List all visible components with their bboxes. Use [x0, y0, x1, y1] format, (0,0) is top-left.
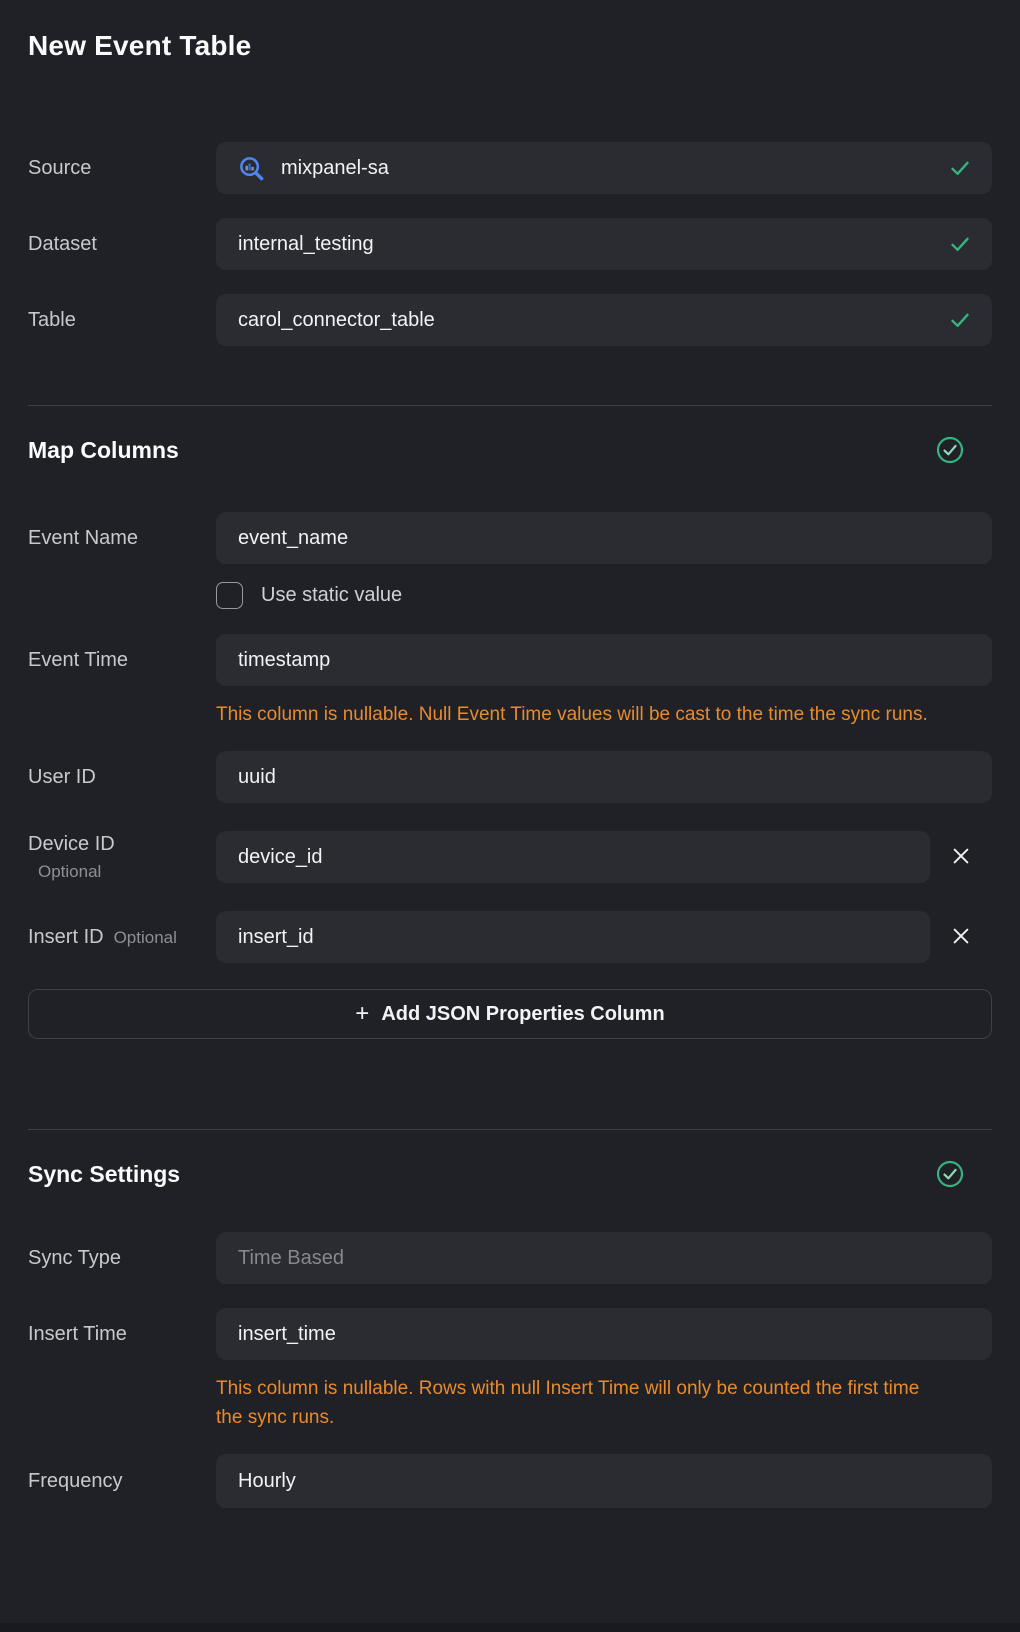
- map-columns-title: Map Columns: [28, 437, 179, 464]
- sync-settings-header: Sync Settings: [28, 1160, 992, 1188]
- device-id-input[interactable]: device_id: [216, 831, 930, 883]
- frequency-input[interactable]: Hourly: [216, 1454, 992, 1508]
- insert-time-row: Insert Time insert_time: [28, 1308, 992, 1360]
- source-valid-check-icon: [948, 156, 972, 180]
- event-time-input[interactable]: timestamp: [216, 634, 992, 686]
- frequency-label: Frequency: [28, 1470, 216, 1493]
- insert-time-value: insert_time: [238, 1323, 336, 1346]
- table-label: Table: [28, 309, 216, 332]
- device-id-optional-label: Optional: [28, 862, 216, 882]
- section-divider: [28, 405, 992, 406]
- source-row: Source mixpanel-sa: [28, 142, 992, 194]
- insert-id-remove-button[interactable]: [930, 911, 992, 963]
- insert-time-warning: This column is nullable. Rows with null …: [216, 1374, 948, 1432]
- source-value: mixpanel-sa: [281, 157, 389, 180]
- use-static-value-checkbox[interactable]: [216, 582, 243, 609]
- event-name-input[interactable]: event_name: [216, 512, 992, 564]
- add-json-properties-button[interactable]: + Add JSON Properties Column: [28, 989, 992, 1039]
- event-time-row: Event Time timestamp: [28, 634, 992, 686]
- sync-type-label: Sync Type: [28, 1247, 216, 1270]
- sync-settings-title: Sync Settings: [28, 1161, 180, 1188]
- table-row: Table carol_connector_table: [28, 294, 992, 346]
- sync-settings-complete-check-icon: [936, 1160, 964, 1188]
- frequency-row: Frequency Hourly: [28, 1454, 992, 1508]
- event-name-row: Event Name event_name: [28, 512, 992, 564]
- user-id-value: uuid: [238, 766, 276, 789]
- event-name-label: Event Name: [28, 527, 216, 550]
- bigquery-icon: [238, 155, 265, 182]
- section-divider: [28, 1129, 992, 1130]
- insert-id-label-block: Insert ID Optional: [28, 926, 216, 949]
- sync-type-value: Time Based: [238, 1247, 344, 1270]
- insert-id-label: Insert ID: [28, 926, 104, 949]
- device-id-value: device_id: [238, 846, 323, 869]
- user-id-label: User ID: [28, 766, 216, 789]
- new-event-table-form: New Event Table Source mixpanel-sa Datas…: [0, 0, 1020, 1508]
- use-static-value-label: Use static value: [261, 584, 402, 607]
- dataset-input[interactable]: internal_testing: [216, 218, 992, 270]
- insert-id-input[interactable]: insert_id: [216, 911, 930, 963]
- add-json-properties-label: Add JSON Properties Column: [381, 1003, 664, 1026]
- insert-id-optional-label: Optional: [114, 928, 177, 948]
- frequency-value: Hourly: [238, 1470, 296, 1493]
- dataset-label: Dataset: [28, 233, 216, 256]
- event-time-value: timestamp: [238, 649, 330, 672]
- device-id-remove-button[interactable]: [930, 831, 992, 883]
- device-id-row: Device ID Optional device_id: [28, 831, 992, 883]
- table-input[interactable]: carol_connector_table: [216, 294, 992, 346]
- table-value: carol_connector_table: [238, 309, 435, 332]
- event-time-label: Event Time: [28, 649, 216, 672]
- device-id-label: Device ID: [28, 833, 216, 856]
- source-label: Source: [28, 157, 216, 180]
- close-icon: [950, 925, 972, 950]
- dataset-row: Dataset internal_testing: [28, 218, 992, 270]
- close-icon: [950, 845, 972, 870]
- table-valid-check-icon: [948, 308, 972, 332]
- page-title: New Event Table: [28, 30, 992, 62]
- event-name-value: event_name: [238, 527, 348, 550]
- event-time-warning: This column is nullable. Null Event Time…: [216, 700, 948, 729]
- dataset-value: internal_testing: [238, 233, 374, 256]
- insert-time-label: Insert Time: [28, 1323, 216, 1346]
- use-static-value-row: Use static value: [216, 582, 992, 609]
- source-input[interactable]: mixpanel-sa: [216, 142, 992, 194]
- insert-time-input[interactable]: insert_time: [216, 1308, 992, 1360]
- sync-type-row: Sync Type Time Based: [28, 1232, 992, 1284]
- insert-id-row: Insert ID Optional insert_id: [28, 911, 992, 963]
- user-id-input[interactable]: uuid: [216, 751, 992, 803]
- sync-type-input[interactable]: Time Based: [216, 1232, 992, 1284]
- insert-id-value: insert_id: [238, 926, 314, 949]
- device-id-label-block: Device ID Optional: [28, 833, 216, 882]
- dataset-valid-check-icon: [948, 232, 972, 256]
- map-columns-header: Map Columns: [28, 436, 992, 464]
- user-id-row: User ID uuid: [28, 751, 992, 803]
- plus-icon: +: [355, 1002, 369, 1026]
- bottom-edge-strip: [0, 1623, 1020, 1632]
- map-columns-complete-check-icon: [936, 436, 964, 464]
